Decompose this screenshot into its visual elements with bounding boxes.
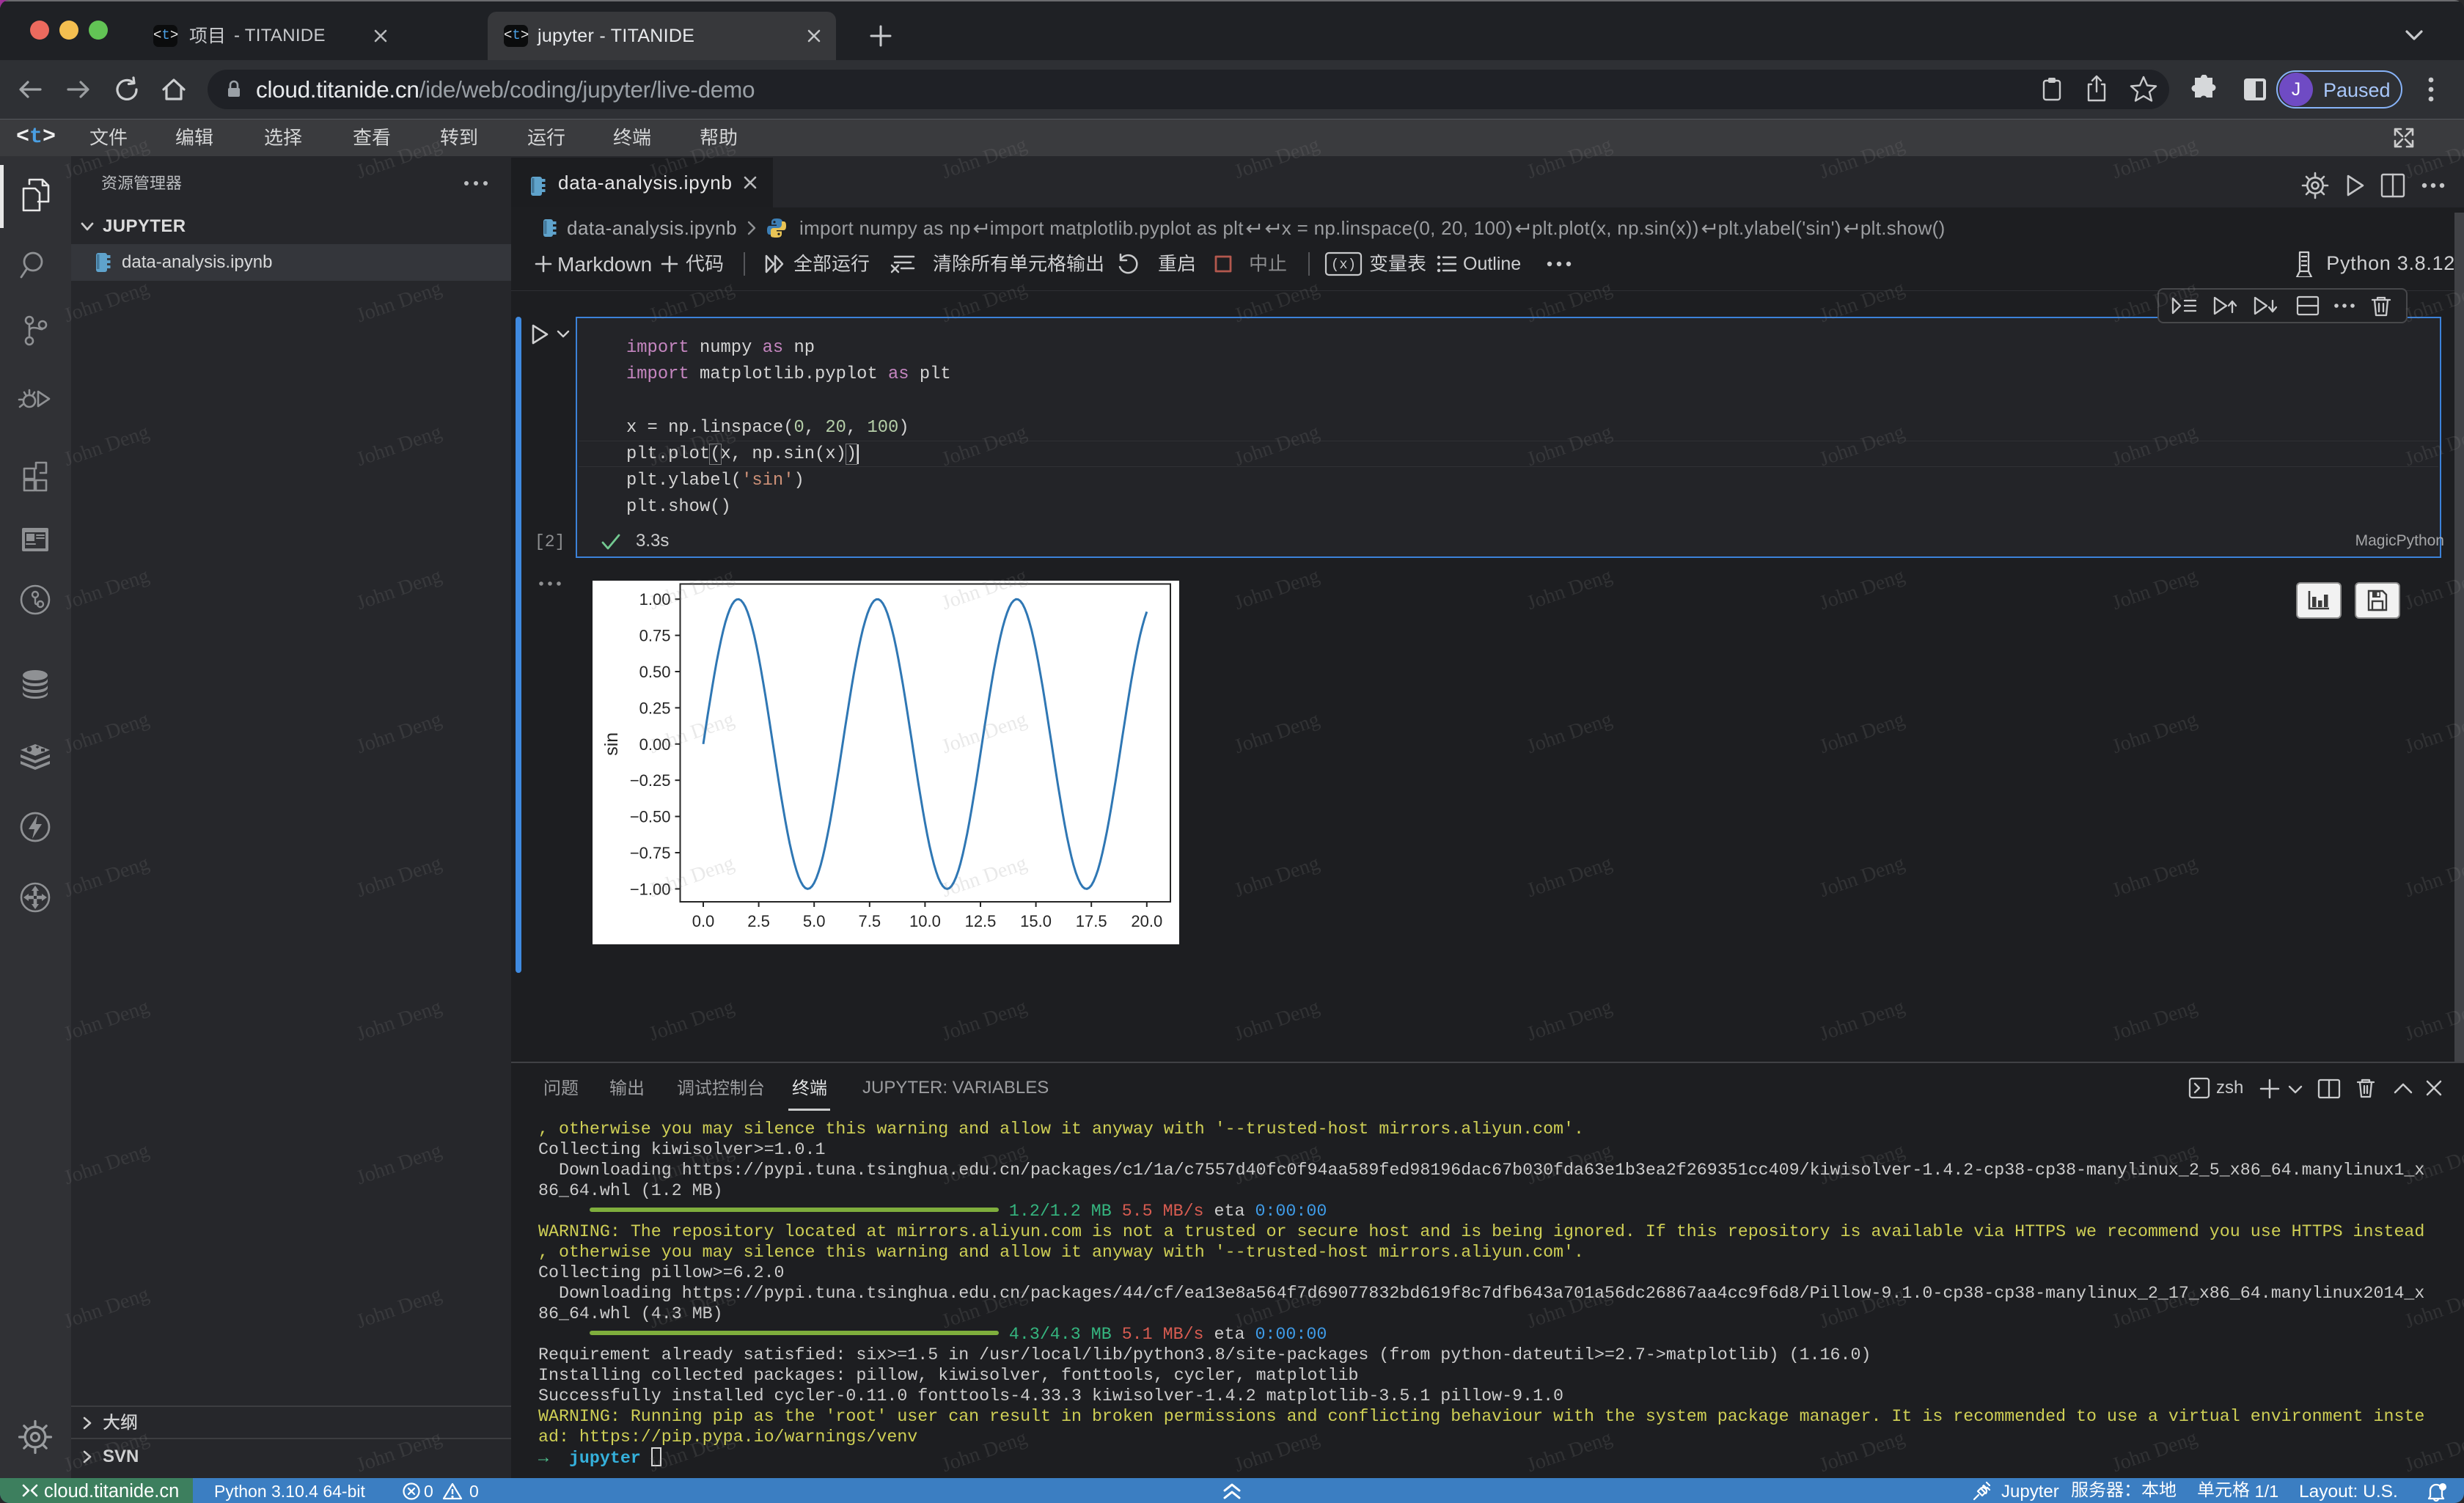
- svg-text:−0.25: −0.25: [630, 771, 671, 790]
- svg-text:15.0: 15.0: [1020, 912, 1052, 930]
- svg-text:5.0: 5.0: [803, 912, 826, 930]
- svg-text:2.5: 2.5: [747, 912, 770, 930]
- svg-text:12.5: 12.5: [965, 912, 997, 930]
- svg-text:0.00: 0.00: [639, 735, 671, 754]
- svg-text:sin: sin: [601, 732, 622, 756]
- svg-text:−0.75: −0.75: [630, 844, 671, 862]
- svg-text:0.25: 0.25: [639, 699, 671, 717]
- svg-text:0.50: 0.50: [639, 663, 671, 681]
- svg-text:7.5: 7.5: [859, 912, 881, 930]
- svg-text:0.0: 0.0: [692, 912, 715, 930]
- svg-text:1.00: 1.00: [639, 590, 671, 609]
- svg-text:(x): (x): [1331, 257, 1356, 273]
- svg-text:20.0: 20.0: [1131, 912, 1162, 930]
- svg-text:−0.50: −0.50: [630, 808, 671, 826]
- svg-text:0.75: 0.75: [639, 627, 671, 645]
- svg-text:10.0: 10.0: [909, 912, 941, 930]
- svg-text:17.5: 17.5: [1076, 912, 1107, 930]
- svg-text:−1.00: −1.00: [630, 880, 671, 898]
